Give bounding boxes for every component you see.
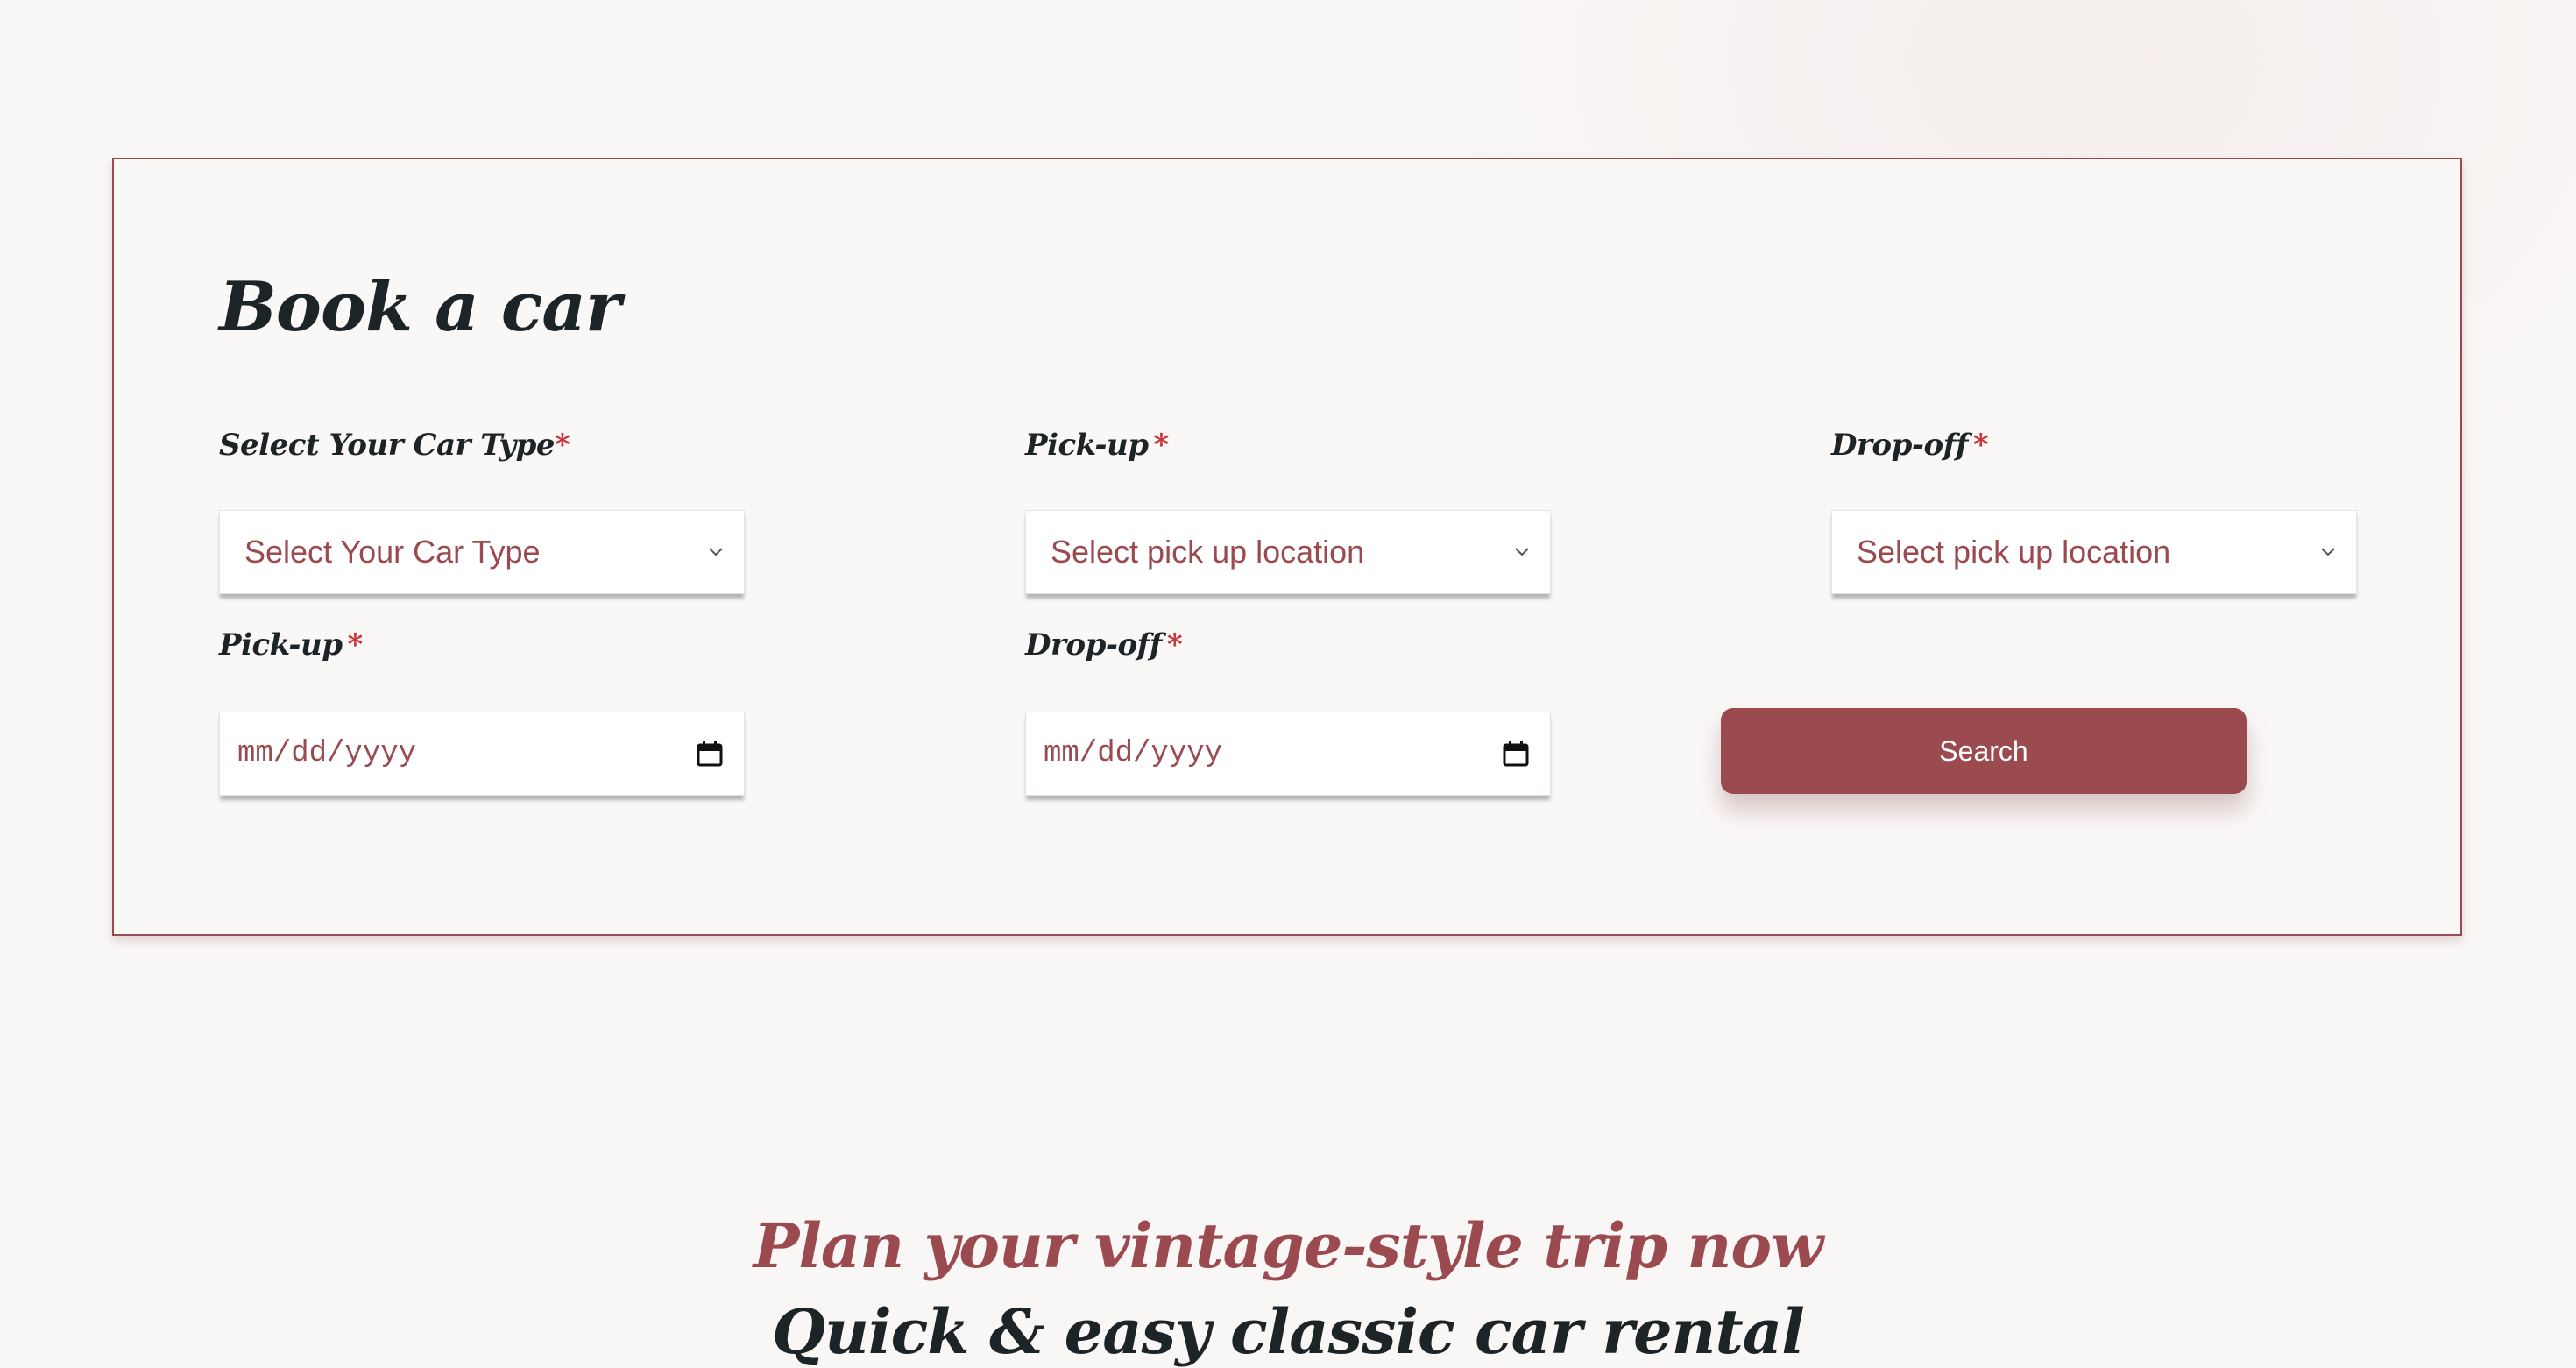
- calendar-icon[interactable]: [1501, 739, 1531, 769]
- required-mark: *: [1972, 428, 1989, 463]
- car-type-label-text: Select Your Car Type: [219, 428, 556, 463]
- pickup-location-select[interactable]: Select pick up location: [1025, 510, 1551, 594]
- dropoff-date-input[interactable]: mm/dd/yyyy: [1025, 712, 1551, 796]
- pickup-date-label-text: Pick-up: [219, 627, 343, 663]
- pickup-date-placeholder: mm/dd/yyyy: [237, 737, 417, 770]
- pickup-location-label: Pick-up *: [1025, 428, 1169, 463]
- pickup-date-label: Pick-up *: [219, 627, 363, 663]
- car-type-select[interactable]: Select Your Car Type: [219, 510, 745, 594]
- chevron-down-icon: [2319, 543, 2337, 561]
- pickup-location-label-text: Pick-up: [1025, 428, 1149, 463]
- dropoff-date-placeholder: mm/dd/yyyy: [1044, 737, 1223, 770]
- section-heading: Quick & easy classic car rental: [772, 1295, 1805, 1368]
- required-mark: *: [1166, 627, 1183, 663]
- chevron-down-icon: [707, 543, 725, 561]
- section-tagline: Plan your vintage-style trip now: [753, 1209, 1824, 1282]
- dropoff-date-label: Drop-off *: [1025, 627, 1183, 663]
- calendar-icon[interactable]: [695, 739, 725, 769]
- car-type-select-value: Select Your Car Type: [244, 534, 541, 570]
- dropoff-location-label: Drop-off *: [1831, 428, 1989, 463]
- required-mark: *: [1153, 428, 1169, 463]
- booking-form-card: Book a car Select Your Car Type* Pick-up…: [112, 158, 2462, 936]
- dropoff-location-select[interactable]: Select pick up location: [1831, 510, 2357, 594]
- car-type-label: Select Your Car Type*: [219, 428, 570, 463]
- search-button[interactable]: Search: [1721, 708, 2247, 794]
- pickup-date-input[interactable]: mm/dd/yyyy: [219, 712, 745, 796]
- dropoff-date-label-text: Drop-off: [1025, 627, 1162, 663]
- pickup-location-select-value: Select pick up location: [1051, 534, 1365, 570]
- chevron-down-icon: [1513, 543, 1531, 561]
- required-mark: *: [347, 627, 363, 663]
- required-mark: *: [555, 428, 570, 463]
- booking-title: Book a car: [219, 267, 621, 347]
- dropoff-location-select-value: Select pick up location: [1857, 534, 2171, 570]
- dropoff-location-label-text: Drop-off: [1831, 428, 1968, 463]
